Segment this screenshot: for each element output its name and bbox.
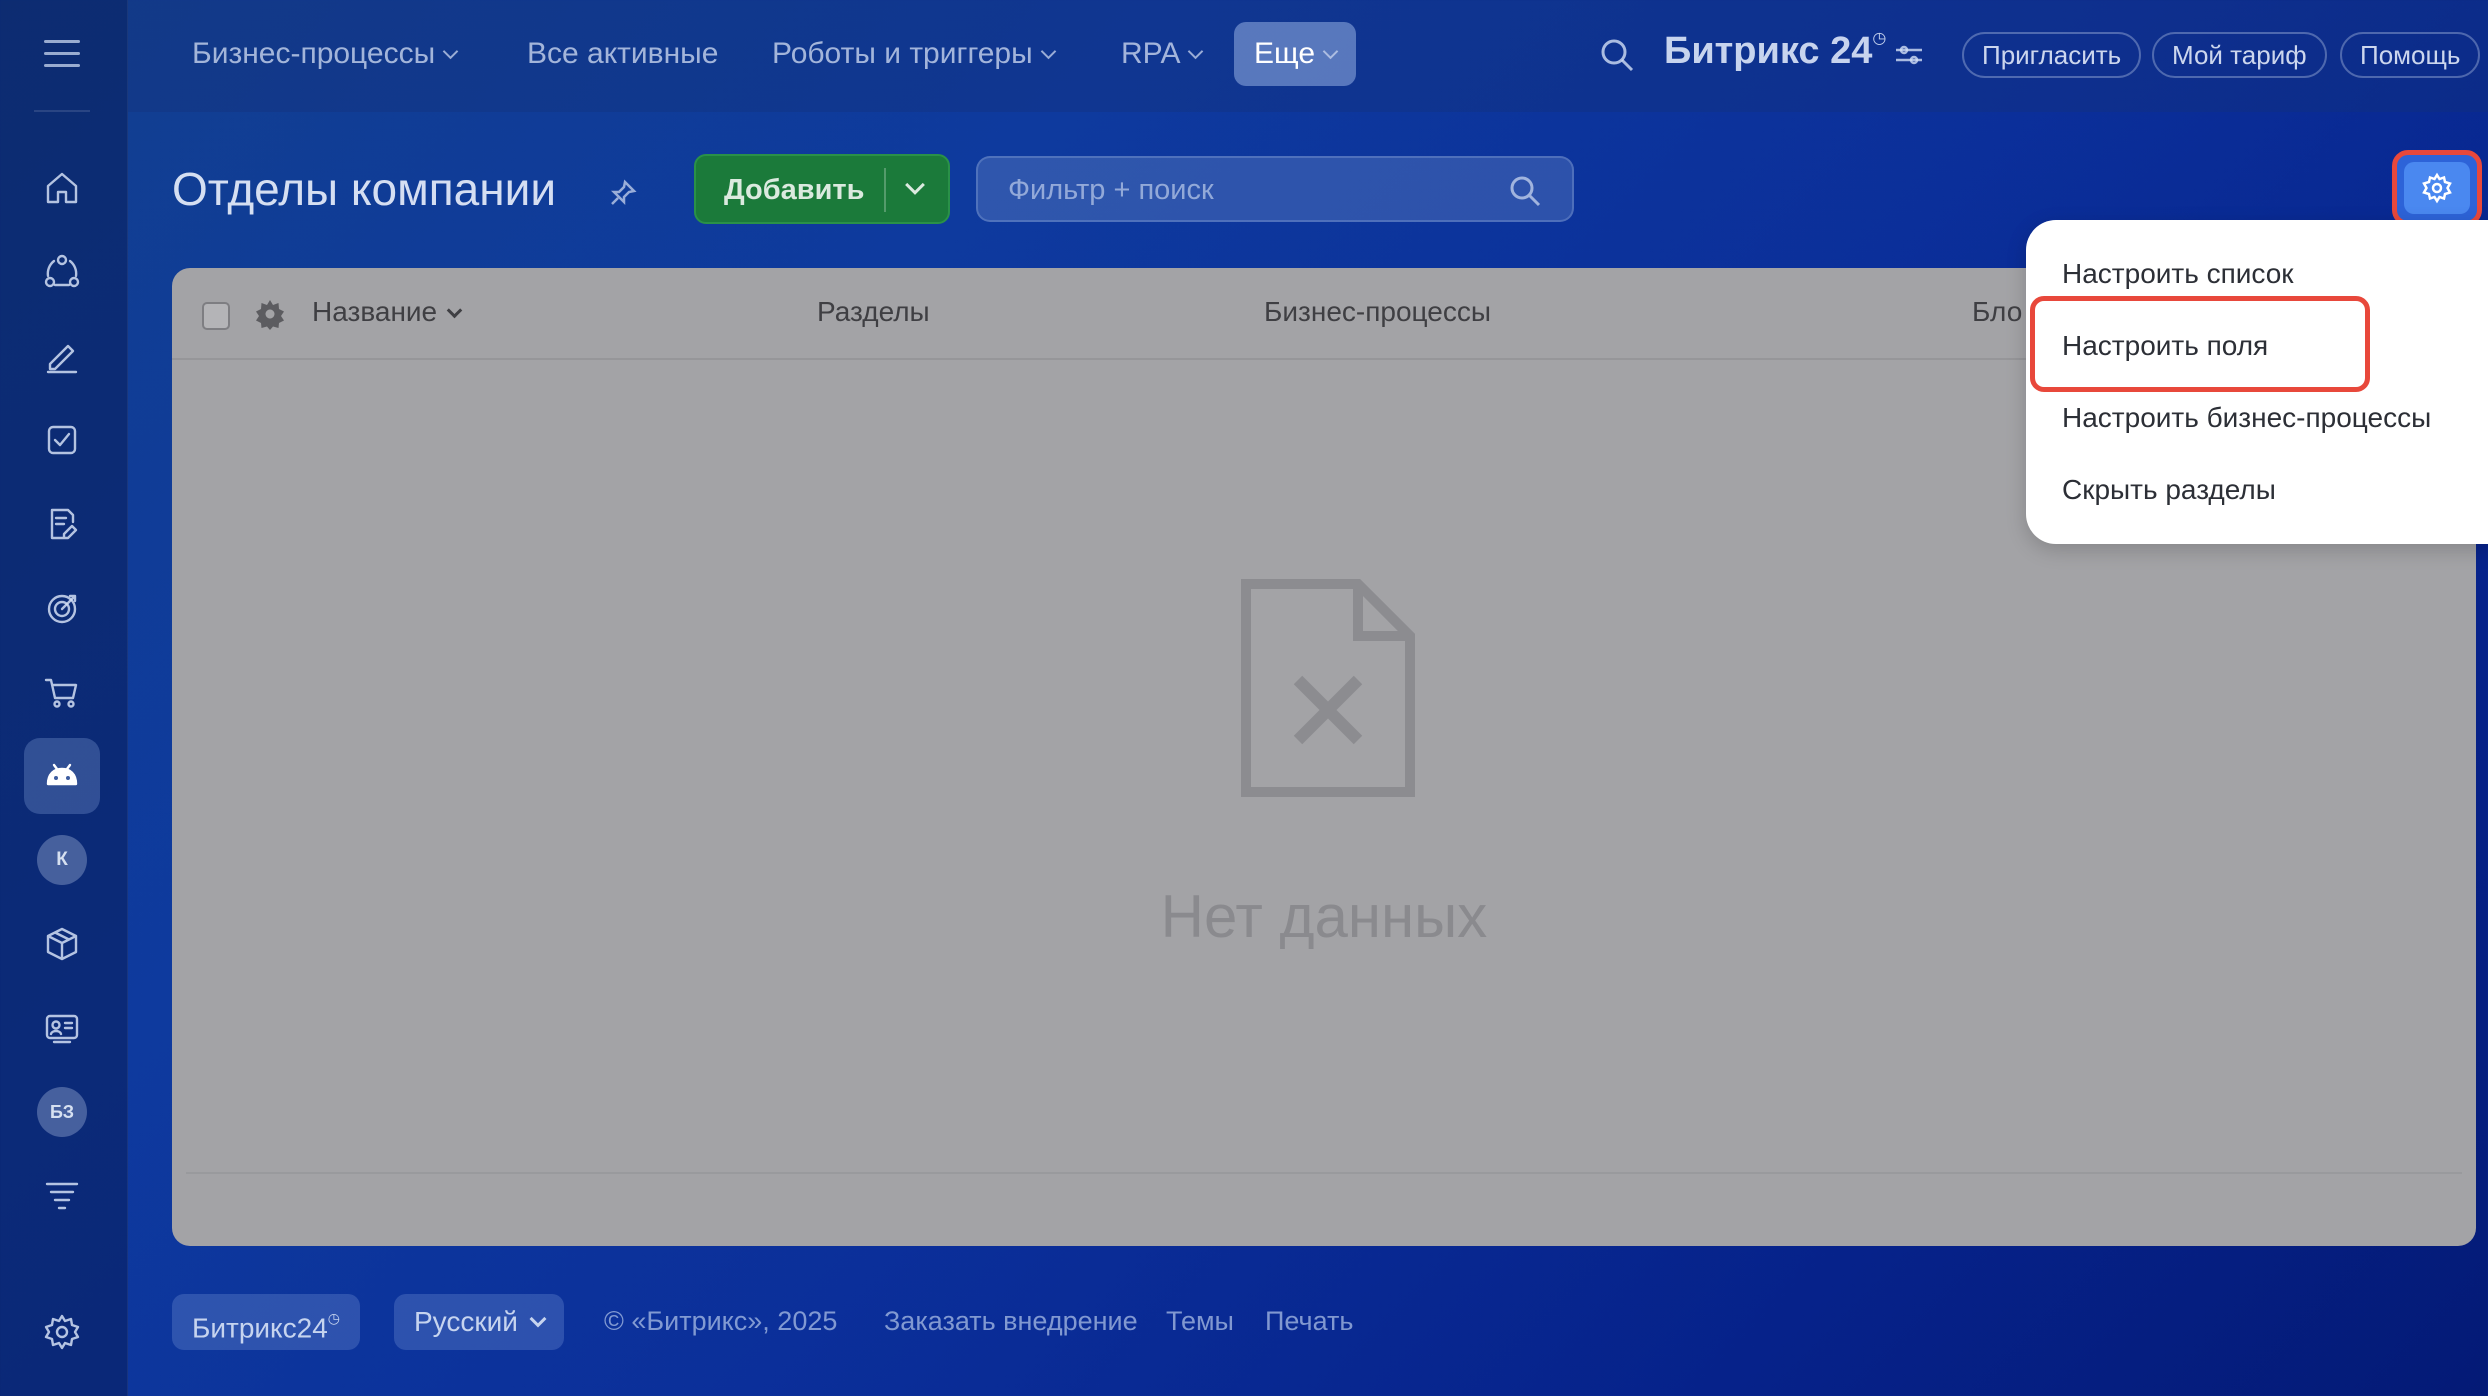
nav-label: Все активные: [527, 37, 719, 70]
column-header-sections[interactable]: Разделы: [817, 296, 930, 328]
employees-icon: [45, 1014, 79, 1044]
add-button-divider: [884, 168, 886, 212]
sidebar-badge-kb: БЗ: [37, 1087, 87, 1137]
chevron-down-icon: [1322, 43, 1339, 60]
footer-link-themes[interactable]: Темы: [1166, 1306, 1234, 1337]
page-title: Отделы компании: [172, 163, 557, 215]
nav-robots-triggers[interactable]: Роботы и триггеры: [752, 22, 1074, 86]
home-icon: [46, 172, 78, 204]
sidebar-settings[interactable]: [24, 1294, 100, 1370]
tasks-icon: [47, 425, 77, 455]
chevron-down-icon: [1040, 43, 1056, 60]
brand-clock-icon: ◷: [327, 1310, 340, 1326]
invite-button[interactable]: Пригласить: [1962, 32, 2142, 78]
pin-button[interactable]: [608, 178, 638, 208]
menu-item-configure-list[interactable]: Настроить список: [2062, 258, 2294, 290]
my-tariff-button[interactable]: Мой тариф: [2152, 32, 2327, 78]
footer-link-order-implementation[interactable]: Заказать внедрение: [884, 1306, 1138, 1337]
sidebar-item-k[interactable]: К: [24, 822, 100, 898]
automation-bot-icon: [46, 763, 78, 786]
footer-link-print[interactable]: Печать: [1265, 1306, 1353, 1337]
inventory-icon: [46, 927, 78, 961]
pin-icon: [610, 179, 637, 206]
column-header-business-processes[interactable]: Бизнес-процессы: [1264, 296, 1491, 328]
settings-popup-menu: Настроить список Настроить поля Настроит…: [2026, 220, 2488, 544]
sliders-icon: [1896, 45, 1922, 65]
nav-label: Роботы и триггеры: [772, 37, 1033, 70]
nav-label: Еще: [1254, 37, 1316, 70]
footer-brand-button[interactable]: Битрикс24◷: [172, 1294, 360, 1350]
column-settings-button[interactable]: [254, 298, 286, 330]
column-header-blocks[interactable]: Бло: [1972, 296, 2022, 328]
add-button-label: Добавить: [724, 174, 865, 206]
sidebar-item-automation[interactable]: [24, 738, 100, 814]
goals-icon: [47, 594, 77, 624]
filter-search-button[interactable]: [1508, 174, 1542, 208]
chevron-down-icon: [442, 43, 459, 60]
no-data-file-icon: [1236, 576, 1420, 800]
menu-item-configure-fields[interactable]: Настроить поля: [2062, 330, 2268, 362]
chevron-down-icon: [529, 1310, 547, 1328]
sidebar-item-goals[interactable]: [24, 570, 100, 646]
list-settings-button[interactable]: [2392, 150, 2482, 226]
menu-item-hide-sections[interactable]: Скрыть разделы: [2062, 474, 2276, 506]
nav-label: RPA: [1121, 37, 1181, 70]
shop-icon: [44, 678, 78, 708]
sidebar-item-shop[interactable]: [24, 654, 100, 730]
sidebar-item-documents[interactable]: [24, 486, 100, 562]
nav-business-processes[interactable]: Бизнес-процессы: [172, 22, 476, 86]
add-button[interactable]: Добавить: [694, 154, 950, 224]
sidebar-item-home[interactable]: [24, 150, 100, 226]
sidebar-item-inventory[interactable]: [24, 906, 100, 982]
left-sidebar: К БЗ: [0, 0, 128, 1396]
empty-state-text: Нет данных: [1160, 883, 1488, 950]
nav-rpa[interactable]: RPA: [1101, 22, 1221, 86]
grid-footer-divider: [186, 1172, 2462, 1174]
sidebar-item-funnel[interactable]: [24, 1158, 100, 1234]
nav-more[interactable]: Еще: [1234, 22, 1357, 86]
menu-burger-icon[interactable]: [44, 40, 80, 68]
search-icon: [1601, 39, 1634, 72]
gear-icon: [256, 300, 284, 330]
search-icon: [1510, 176, 1541, 207]
sidebar-item-knowledge-base[interactable]: БЗ: [24, 1074, 100, 1150]
brand-clock-icon: ◷: [1872, 30, 1887, 48]
column-header-name[interactable]: Название: [312, 296, 463, 328]
sidebar-item-tasks[interactable]: [24, 402, 100, 478]
footer-copyright: © «Битрикс», 2025: [604, 1306, 838, 1336]
list-settings-button-inner: [2404, 162, 2470, 214]
chevron-down-icon: [1188, 43, 1204, 60]
select-all-checkbox[interactable]: [202, 302, 230, 330]
chevron-down-icon[interactable]: [905, 175, 925, 195]
nav-all-active[interactable]: Все активные: [507, 22, 738, 86]
gear-icon: [44, 1314, 80, 1350]
language-selector[interactable]: Русский: [394, 1294, 564, 1350]
sidebar-badge-k: К: [37, 835, 87, 885]
funnel-icon: [45, 1182, 79, 1210]
menu-item-configure-business-processes[interactable]: Настроить бизнес-процессы: [2062, 402, 2431, 434]
brand-settings-button[interactable]: [1894, 42, 1924, 68]
language-label: Русский: [414, 1306, 518, 1337]
nav-label: Бизнес-процессы: [192, 37, 436, 70]
sidebar-item-sign[interactable]: [24, 318, 100, 394]
footer-brand-text: Битрикс24: [192, 1312, 328, 1344]
brand-text: Битрикс 24: [1664, 30, 1873, 72]
sign-icon: [46, 344, 78, 374]
chevron-down-icon: [446, 302, 463, 319]
documents-icon: [50, 508, 78, 540]
top-search-button[interactable]: [1598, 36, 1636, 74]
sidebar-item-employees[interactable]: [24, 990, 100, 1066]
crm-icon: [44, 254, 80, 288]
gear-icon: [2422, 172, 2452, 204]
filter-search-input[interactable]: [1008, 172, 1488, 208]
column-name-label: Название: [312, 296, 438, 327]
filter-search[interactable]: [976, 156, 1574, 222]
sidebar-divider: [34, 110, 90, 112]
sidebar-item-crm[interactable]: [24, 234, 100, 310]
help-button[interactable]: Помощь: [2340, 32, 2481, 78]
brand-logo[interactable]: Битрикс 24◷: [1664, 30, 1886, 73]
